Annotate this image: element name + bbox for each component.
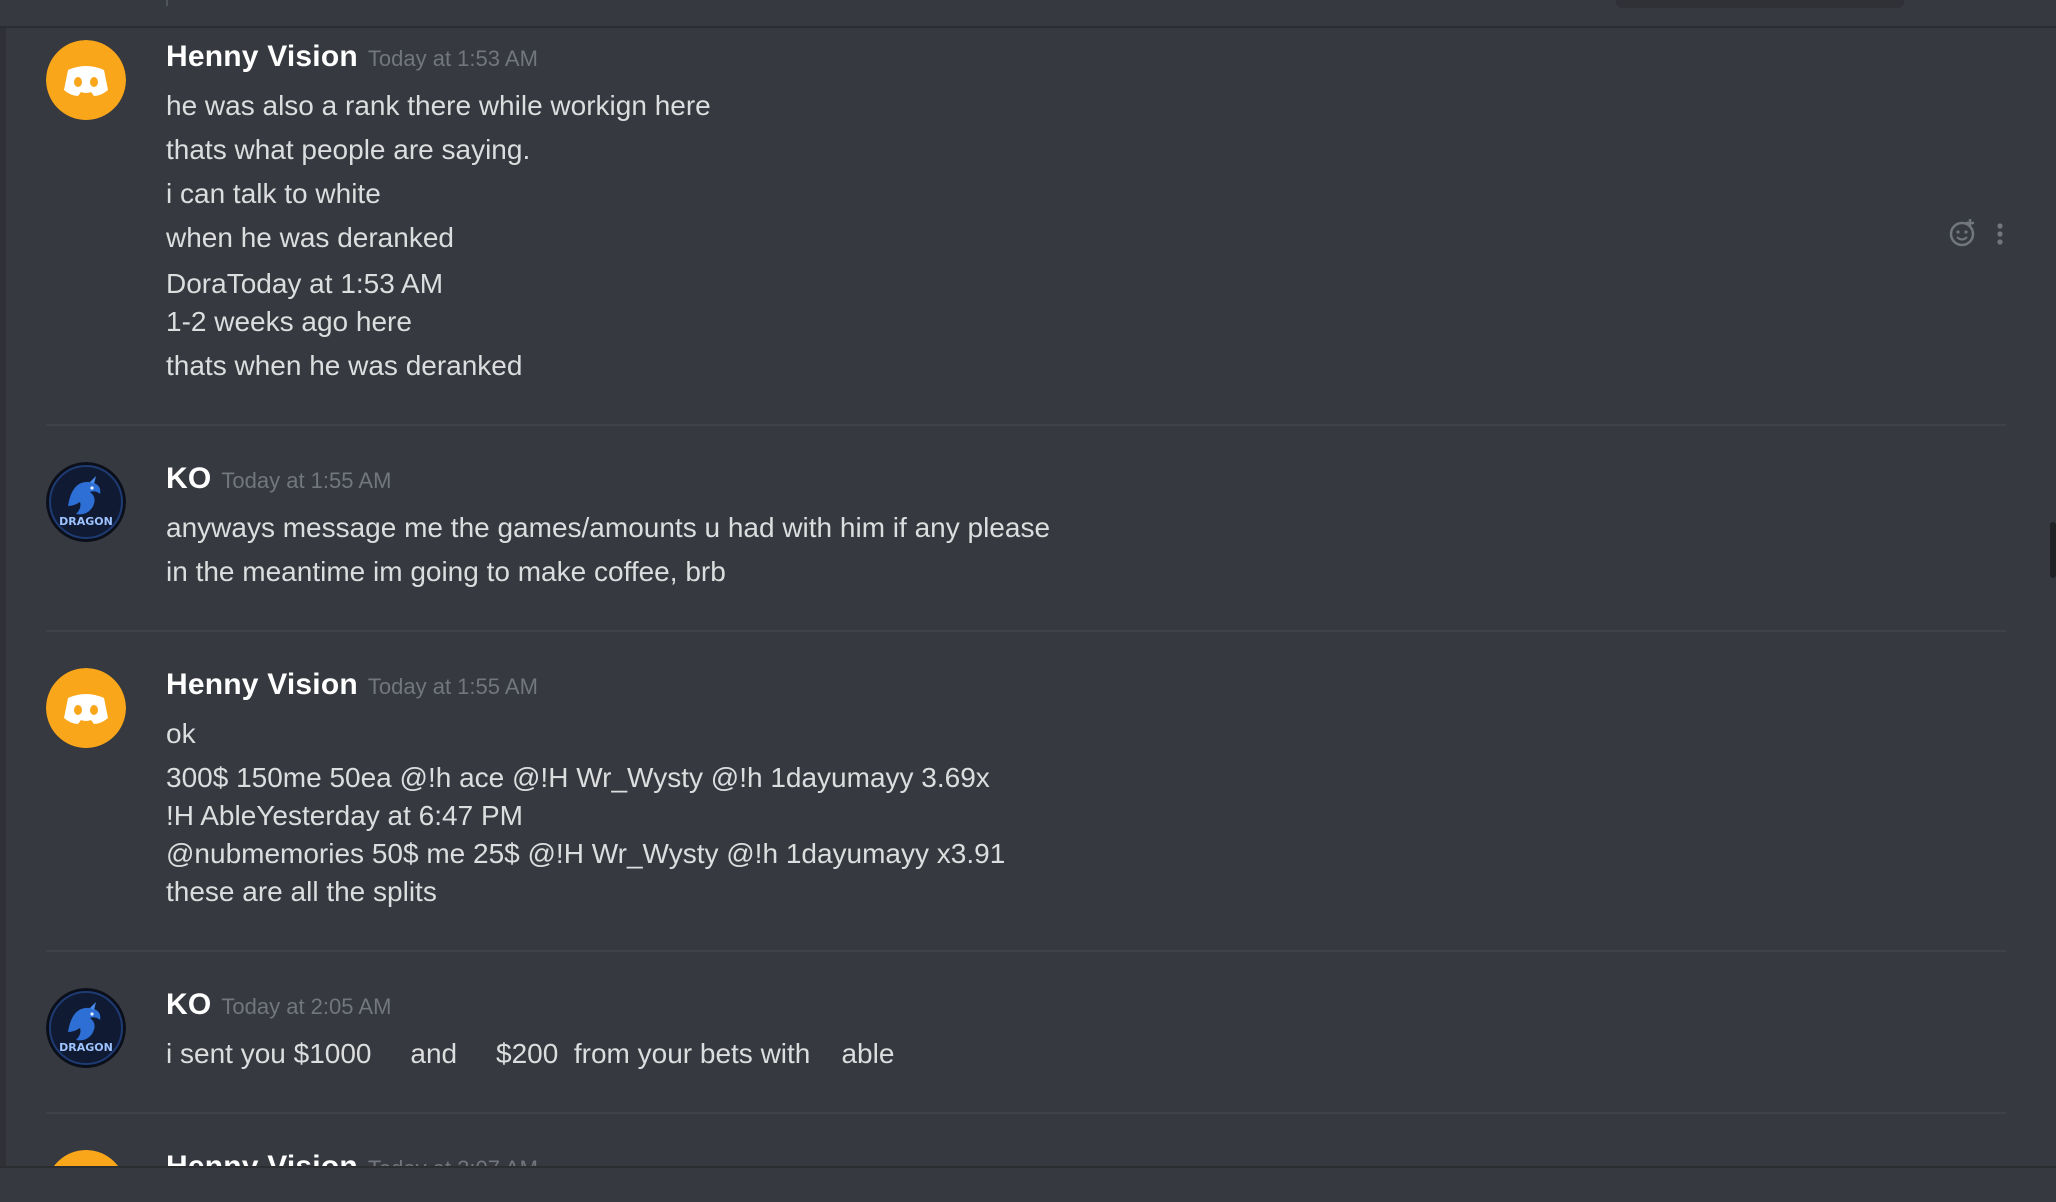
discord-default-avatar-icon[interactable] (46, 1150, 126, 1166)
message-text: i sent you $1000 and $200 from your bets… (166, 1038, 895, 1069)
message-timestamp[interactable]: Today at 2:05 AM (221, 994, 391, 1019)
dragon-logo-avatar-icon[interactable]: DRAGON (46, 988, 126, 1068)
message-text: in the meantime im going to make coffee,… (166, 556, 726, 587)
message-text: thats what people are saying. (166, 134, 531, 165)
chat-input-edge (0, 1166, 2056, 1202)
discord-default-avatar-icon[interactable] (46, 40, 126, 120)
message-divider (46, 630, 2006, 632)
username[interactable]: KO (166, 988, 211, 1021)
message-text: when he was deranked (166, 222, 454, 253)
message-text: !H AbleYesterday at 6:47 PM (166, 800, 523, 831)
message-text: 300$ 150me 50ea @!h ace @!H Wr_Wysty @!h… (166, 762, 990, 793)
message-hover-actions (1946, 216, 2006, 252)
username[interactable]: Henny Vision (166, 40, 358, 73)
message-header: KO Today at 1:55 AM (166, 462, 391, 498)
message-text: DoraToday at 1:53 AM (166, 268, 444, 299)
message-divider (46, 950, 2006, 952)
message-text: 1-2 weeks ago here (166, 306, 412, 337)
message-header: KO Today at 2:05 AM (166, 988, 391, 1024)
channel-header-edge (0, 0, 2056, 28)
message-text: @nubmemories 50$ me 25$ @!H Wr_Wysty @!h… (166, 838, 1006, 869)
username[interactable]: Henny Vision (166, 1150, 358, 1166)
message-header: Henny Vision Today at 1:53 AM (166, 40, 538, 76)
scrollbar-thumb[interactable] (2050, 522, 2056, 578)
username[interactable]: Henny Vision (166, 668, 358, 701)
svg-text:DRAGON: DRAGON (59, 1041, 113, 1054)
message-text: ok (166, 718, 196, 749)
dragon-logo-avatar-icon[interactable]: DRAGON (46, 462, 126, 542)
message-timestamp[interactable]: Today at 2:07 AM (368, 1156, 538, 1166)
message-text: these are all the splits (166, 876, 437, 907)
message-group-partial: Henny Vision Today at 2:07 AM (0, 1150, 2056, 1166)
message-divider (46, 1112, 2006, 1114)
message-text: anyways message me the games/amounts u h… (166, 512, 1051, 543)
message-text: i can talk to white (166, 178, 381, 209)
message-divider (46, 424, 2006, 426)
message-header: Henny Vision Today at 1:55 AM (166, 668, 538, 704)
chat-viewport: Henny Vision Today at 1:53 AM he was also… (0, 0, 2056, 1202)
message-header: Henny Vision Today at 2:07 AM (166, 1150, 538, 1166)
more-options-icon[interactable] (1997, 223, 2003, 245)
sidebar-edge (0, 28, 6, 1168)
discord-default-avatar-icon[interactable] (46, 668, 126, 748)
message-text: thats when he was deranked (166, 350, 523, 381)
svg-text:DRAGON: DRAGON (59, 515, 113, 528)
message-text: he was also a rank there while workign h… (166, 90, 711, 121)
message-timestamp[interactable]: Today at 1:55 AM (368, 674, 538, 699)
message-timestamp[interactable]: Today at 1:55 AM (221, 468, 391, 493)
add-reaction-icon[interactable] (1949, 219, 1975, 247)
search-bar-edge[interactable] (1616, 0, 1904, 8)
username[interactable]: KO (166, 462, 211, 495)
message-timestamp[interactable]: Today at 1:53 AM (368, 46, 538, 71)
header-divider-tick (166, 0, 168, 6)
